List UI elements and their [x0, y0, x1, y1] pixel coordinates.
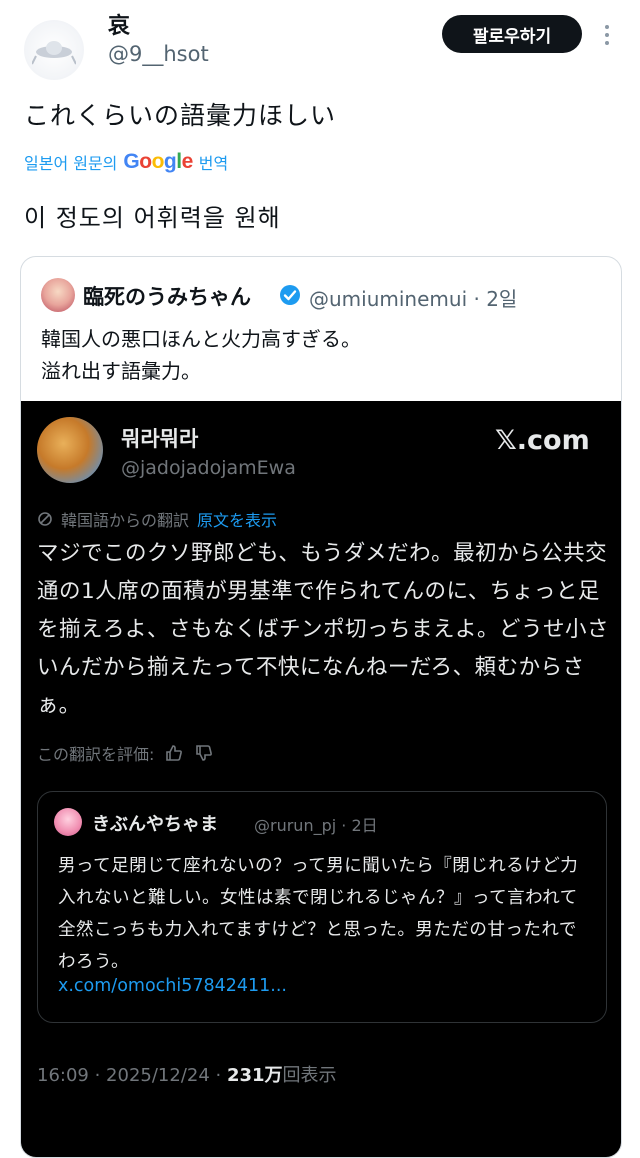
- quote-author-name[interactable]: 臨死のうみちゃん: [83, 281, 251, 311]
- translate-suffix: 번역: [198, 154, 229, 173]
- quote-meta: @umiuminemui · 2일: [309, 287, 518, 311]
- quote-line-1: 韓国人の悪口ほんと火力高すぎる。: [41, 327, 361, 351]
- quote-avatar[interactable]: [41, 278, 75, 312]
- screenshot-handle: @jadojadojamEwa: [121, 457, 296, 479]
- more-dots-icon[interactable]: [598, 22, 616, 48]
- screenshot-name: 뭐라뭐라: [121, 427, 199, 451]
- xcom-logo: 𝕏.com: [495, 425, 590, 456]
- thumbs-down-icon: [196, 745, 213, 761]
- screenshot-avatar: [37, 417, 103, 483]
- inner-meta: @rurun_pj · 2日: [254, 816, 378, 835]
- author-handle[interactable]: @9__hsot: [108, 42, 209, 66]
- footer-time: 16:09 · 2025/12/24 ·: [37, 1065, 222, 1086]
- follow-button[interactable]: 팔로우하기: [442, 15, 582, 53]
- quote-text: 韓国人の悪口ほんと火力高すぎる。 溢れ出す語彙力。: [41, 323, 361, 387]
- thumbs-up-icon: [166, 745, 183, 761]
- translation-label: 韓国語からの翻訳: [61, 511, 190, 530]
- quote-card[interactable]: 臨死のうみちゃん @umiuminemui · 2일 韓国人の悪口ほんと火力高す…: [20, 256, 622, 1158]
- translated-text: 이 정도의 어휘력을 원해: [24, 204, 281, 232]
- inner-avatar: [54, 808, 82, 836]
- avatar-ufo-icon: [32, 41, 76, 65]
- translate-icon: [38, 512, 52, 526]
- translate-prefix: 일본어 원문의: [24, 154, 118, 173]
- translation-note: 韓国語からの翻訳 原文を表示: [37, 507, 277, 531]
- author-display-name[interactable]: 哀: [108, 8, 130, 40]
- show-original-link: 原文を表示: [197, 511, 278, 530]
- tweet-text: これくらいの語彙力ほしい: [24, 101, 337, 130]
- embedded-screenshot: 뭐라뭐라 @jadojadojamEwa 𝕏.com 韓国語からの翻訳 原文を表…: [21, 401, 621, 1157]
- inner-quote-card: きぶんやちゃま @rurun_pj · 2日 男って足閉じて座れないの？って男に…: [37, 791, 607, 1023]
- inner-body: 男って足閉じて座れないの？って男に聞いたら『閉じれるけど力入れないと難しい。女性…: [58, 856, 579, 972]
- author-avatar[interactable]: [24, 20, 84, 80]
- footer-views: 231万: [226, 1065, 283, 1086]
- rate-label: この翻訳を評価:: [37, 745, 155, 764]
- footer-suffix: 回表示: [282, 1065, 337, 1086]
- rate-translation: この翻訳を評価:: [37, 741, 214, 765]
- translate-link[interactable]: 일본어 원문의 Google 번역: [24, 150, 228, 174]
- verified-badge-icon: [280, 285, 300, 305]
- google-logo: Google: [123, 150, 193, 173]
- screenshot-body: マジでこのクソ野郎ども、もうダメだわ。最初から公共交通の1人席の面積が男基準で作…: [37, 541, 610, 718]
- inner-author-name: きぶんやちゃま: [92, 814, 218, 835]
- screenshot-footer: 16:09 · 2025/12/24 · 231万回表示: [37, 1061, 337, 1087]
- quote-line-2: 溢れ出す語彙力。: [41, 359, 201, 383]
- inner-link: x.com/omochi57842411...: [58, 976, 287, 996]
